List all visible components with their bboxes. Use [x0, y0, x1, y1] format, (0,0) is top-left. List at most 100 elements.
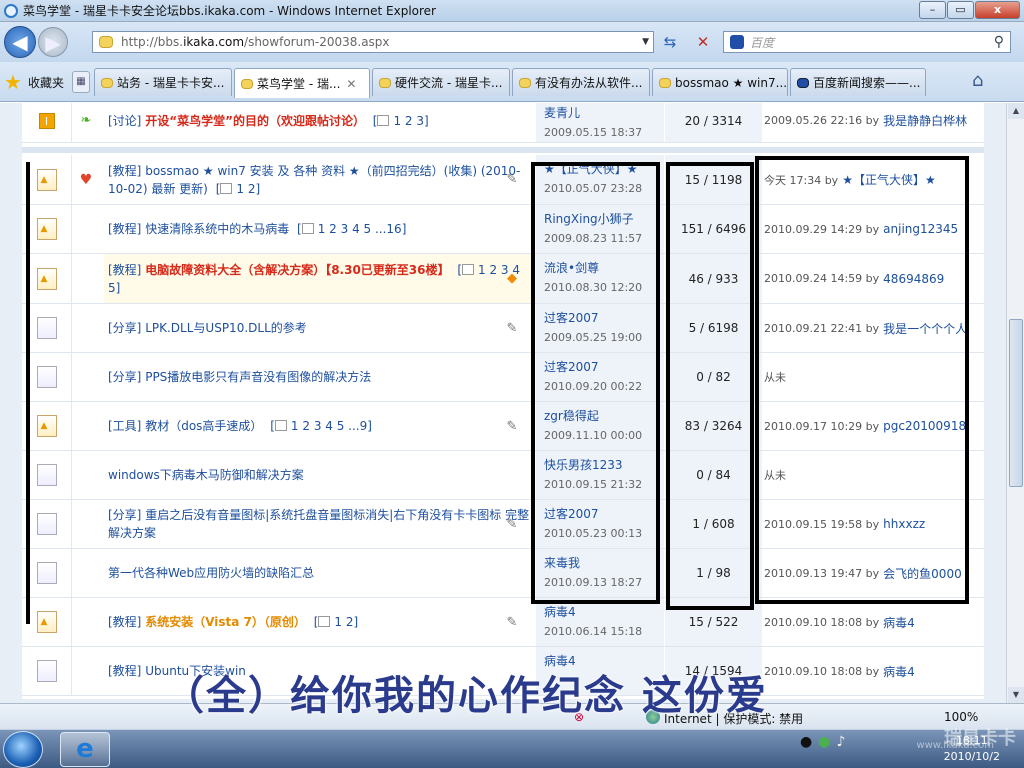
- last-post-user-link[interactable]: ★【正气大侠】★: [842, 171, 936, 188]
- thread-category[interactable]: [讨论]: [108, 114, 141, 128]
- thread-title-link[interactable]: 第一代各种Web应用防火墙的缺陷汇总: [108, 566, 314, 580]
- page-links[interactable]: 1 2 3: [393, 114, 424, 128]
- thread-category[interactable]: [分享]: [108, 370, 141, 384]
- stop-icon[interactable]: ✕: [690, 31, 716, 53]
- page-links[interactable]: 1 2 3 4 5 ...9: [291, 419, 367, 433]
- volume-icon[interactable]: ♪: [836, 734, 845, 750]
- thread-title-link[interactable]: 系统安装（Vista 7）（原创）: [145, 615, 306, 629]
- thread-pages[interactable]: [1 2 3 4 5 ...16]: [293, 222, 406, 236]
- thread-author-cell: 过客2007 2010.09.20 00:22: [536, 353, 664, 401]
- last-post-user-link[interactable]: hhxxzz: [883, 517, 925, 531]
- thread-title-link[interactable]: 教材（dos高手速成）: [145, 419, 262, 433]
- page-links[interactable]: 1 2 3 4 5 ...16: [318, 222, 402, 236]
- thread-author-link[interactable]: 流浪•剑尊: [544, 258, 656, 278]
- thread-last-post: 2009.05.26 22:16 by 我是静静白桦林: [762, 103, 984, 142]
- folder-icon: [36, 218, 57, 240]
- thread-category[interactable]: [教程]: [108, 263, 141, 277]
- page-icon: [301, 223, 314, 234]
- thread-author-link[interactable]: 快乐男孩1233: [544, 455, 656, 475]
- thread-pages[interactable]: [1 2]: [212, 182, 260, 196]
- site-favicon: [99, 36, 113, 48]
- thread-author-link[interactable]: 过客2007: [544, 308, 656, 328]
- tab-favicon: [379, 77, 391, 88]
- thread-author-link[interactable]: 过客2007: [544, 504, 656, 524]
- tab-favicon: [797, 77, 809, 88]
- thread-author-link[interactable]: ★【正气大侠】★: [544, 159, 656, 179]
- folder-icon: [36, 464, 57, 486]
- start-button[interactable]: [3, 731, 43, 768]
- thread-author-link[interactable]: RingXing小狮子: [544, 209, 656, 229]
- thread-title-link[interactable]: PPS播放电影只有声音没有图像的解决方法: [145, 370, 371, 384]
- thread-category[interactable]: [教程]: [108, 615, 141, 629]
- thread-author-link[interactable]: 麦青儿: [544, 103, 656, 123]
- zoom-level[interactable]: 100%: [944, 710, 978, 724]
- last-post-user-link[interactable]: 会飞的鱼0000: [883, 565, 962, 582]
- last-post-user-link[interactable]: 我是静静白桦林: [883, 112, 967, 129]
- thread-category[interactable]: [教程]: [108, 664, 141, 678]
- page-content: I ❧ [讨论] 开设“菜鸟学堂”的目的（欢迎跟帖讨论） [1 2 3] 麦青儿 200…: [0, 103, 1006, 703]
- home-icon[interactable]: ⌂: [972, 70, 983, 91]
- close-button[interactable]: x: [975, 1, 1020, 19]
- thread-title-link[interactable]: windows下病毒木马防御和解决方案: [108, 468, 304, 482]
- scroll-up-icon[interactable]: ▲: [1008, 103, 1024, 119]
- thread-category[interactable]: [分享]: [108, 508, 141, 522]
- last-post-user-link[interactable]: anjing12345: [883, 222, 958, 236]
- tab-5[interactable]: bossmao ★ win7...: [652, 68, 788, 96]
- last-post-user-link[interactable]: 我是一个个个人: [883, 320, 967, 337]
- thread-pages[interactable]: [1 2]: [310, 615, 358, 629]
- last-post-user-link[interactable]: 病毒4: [883, 663, 915, 680]
- tab-4[interactable]: 有没有办法从软件...: [512, 68, 650, 96]
- address-dropdown-icon[interactable]: ▼: [642, 37, 649, 47]
- refresh-icon[interactable]: ⇆: [657, 31, 683, 53]
- forward-button[interactable]: ▶: [38, 27, 68, 57]
- thread-category[interactable]: [分享]: [108, 321, 141, 335]
- tab-close-icon[interactable]: ✕: [346, 77, 356, 91]
- back-button[interactable]: ◀: [4, 26, 36, 58]
- thread-category[interactable]: [教程]: [108, 164, 141, 178]
- thread-last-post: 2010.09.21 22:41 by 我是一个个个人: [762, 304, 984, 352]
- taskbar-ie-button[interactable]: e: [60, 732, 110, 767]
- thread-pages[interactable]: [1 2 3 4 5 ...9]: [266, 419, 372, 433]
- thread-pages[interactable]: [1 2 3]: [369, 114, 429, 128]
- thread-title-link[interactable]: 重启之后没有音量图标|系统托盘音量图标消失|右下角没有卡卡图标 完整解决方案: [108, 508, 529, 540]
- thread-title-link[interactable]: 开设“菜鸟学堂”的目的（欢迎跟帖讨论）: [145, 114, 365, 128]
- baidu-icon: [730, 35, 744, 49]
- search-icon[interactable]: ⚲: [994, 34, 1004, 50]
- scroll-down-icon[interactable]: ▼: [1008, 687, 1024, 703]
- last-post-user-link[interactable]: pgc20100918: [883, 419, 966, 433]
- thread-author-link[interactable]: 来毒我: [544, 553, 656, 573]
- maximize-button[interactable]: ▭: [947, 1, 974, 19]
- network-icon[interactable]: ●: [818, 734, 830, 750]
- quick-tabs-icon[interactable]: ▦: [71, 71, 90, 93]
- thread-title-link[interactable]: bossmao ★ win7 安装 及 各种 资料 ★（前四招完结）(收集) (…: [108, 164, 520, 196]
- tab-2-active[interactable]: 菜鸟学堂 - 瑞... ✕: [234, 68, 370, 98]
- address-bar[interactable]: http://bbs. ikaka.com/showforum-20038.asp…: [92, 31, 654, 53]
- thread-title-link[interactable]: 电脑故障资料大全（含解决方案）【8.30已更新至36楼】: [145, 263, 449, 277]
- thread-title-link[interactable]: LPK.DLL与USP10.DLL的参考: [145, 321, 307, 335]
- tab-1[interactable]: 站务 - 瑞星卡卡安...: [94, 68, 232, 96]
- thread-category[interactable]: [教程]: [108, 222, 141, 236]
- thread-author-link[interactable]: zgr稳得起: [544, 406, 656, 426]
- thread-title-link[interactable]: 快速清除系统中的木马病毒: [145, 222, 289, 236]
- favorites-button[interactable]: ★ 收藏夹 ▦: [4, 70, 90, 94]
- tab-3[interactable]: 硬件交流 - 瑞星卡...: [372, 68, 510, 96]
- page-links[interactable]: 1 2: [236, 182, 255, 196]
- thread-mark: [72, 205, 100, 253]
- scroll-thumb[interactable]: [1009, 319, 1023, 487]
- last-post-user-link[interactable]: 48694869: [883, 272, 944, 286]
- attachment-icon: ✎: [506, 418, 518, 434]
- thread-category[interactable]: [工具]: [108, 419, 141, 433]
- thread-last-post: 从未: [762, 353, 984, 401]
- minimize-button[interactable]: –: [919, 1, 946, 19]
- system-tray: ● ● ♪: [800, 734, 845, 750]
- search-box[interactable]: 百度 ⚲: [723, 31, 1011, 53]
- thread-author-link[interactable]: 病毒4: [544, 602, 656, 622]
- tab-6[interactable]: 百度新闻搜索——...: [790, 68, 926, 96]
- page-links[interactable]: 1 2: [334, 615, 353, 629]
- thread-author-link[interactable]: 过客2007: [544, 357, 656, 377]
- thread-title-cell: windows下病毒木马防御和解决方案: [104, 451, 536, 499]
- gem-icon: ◆: [507, 271, 517, 286]
- last-post-user-link[interactable]: 病毒4: [883, 614, 915, 631]
- qq-icon[interactable]: ●: [800, 734, 812, 750]
- vertical-scrollbar[interactable]: ▲ ▼: [1006, 103, 1024, 703]
